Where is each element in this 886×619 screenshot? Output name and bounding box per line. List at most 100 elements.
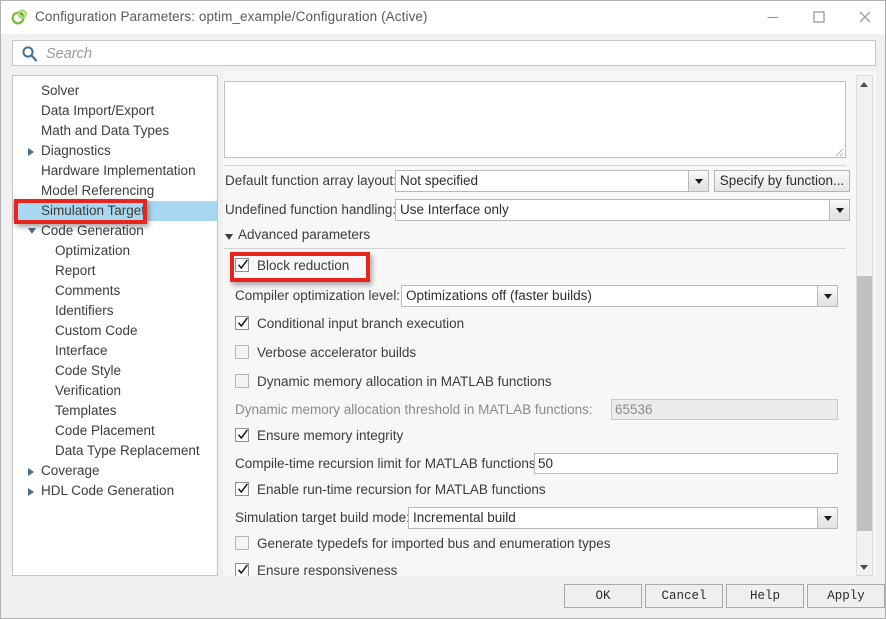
check-icon <box>237 482 249 496</box>
dynamic-memory-allocation-checkbox[interactable]: Dynamic memory allocation in MATLAB func… <box>235 372 635 392</box>
chevron-down-icon[interactable] <box>829 200 849 220</box>
sidebar-item-label: Code Generation <box>41 223 144 238</box>
advanced-parameters-section-header[interactable]: Advanced parameters <box>225 227 370 242</box>
sidebar-item-identifiers[interactable]: Identifiers <box>13 301 217 321</box>
sidebar-item-custom-code[interactable]: Custom Code <box>13 321 217 341</box>
sidebar-item-label: Interface <box>55 343 108 358</box>
generate-typedefs-checkbox[interactable]: Generate typedefs for imported bus and e… <box>235 534 675 554</box>
divider-top <box>224 165 846 166</box>
ensure-responsiveness-checkbox[interactable]: Ensure responsiveness <box>235 561 535 576</box>
compiler-optimization-level-combo[interactable]: Optimizations off (faster builds) <box>401 285 838 307</box>
scroll-up-arrow-icon[interactable] <box>857 76 872 92</box>
enable-runtime-recursion-checkbox[interactable]: Enable run-time recursion for MATLAB fun… <box>235 480 635 500</box>
sidebar-item-label: HDL Code Generation <box>41 483 175 498</box>
chevron-right-icon[interactable] <box>28 488 34 496</box>
sidebar-item-label: Comments <box>55 283 121 298</box>
sidebar-item-label: Coverage <box>41 463 100 478</box>
simulation-target-build-mode-combo[interactable]: Incremental build <box>408 507 838 529</box>
settings-tree[interactable]: Solver Data Import/Export Math and Data Ty… <box>12 75 218 576</box>
sidebar-item-hdl-code-generation[interactable]: HDL Code Generation <box>13 481 217 501</box>
check-icon <box>237 563 249 576</box>
sidebar-item-comments[interactable]: Comments <box>13 281 217 301</box>
close-button[interactable] <box>842 1 885 33</box>
sidebar-item-math-and-data-types[interactable]: Math and Data Types <box>13 121 217 141</box>
chevron-right-icon[interactable] <box>28 468 34 476</box>
scroll-down-arrow-icon[interactable] <box>857 559 872 575</box>
minimize-button[interactable] <box>750 1 796 33</box>
sidebar-item-label: Data Type Replacement <box>55 443 200 458</box>
sidebar-item-label: Custom Code <box>55 323 138 338</box>
checkbox-box <box>235 482 249 496</box>
sidebar-item-templates[interactable]: Templates <box>13 401 217 421</box>
sidebar-item-label: Model Referencing <box>41 183 155 198</box>
sidebar-item-code-style[interactable]: Code Style <box>13 361 217 381</box>
compile-time-recursion-limit-label: Compile-time recursion limit for MATLAB … <box>235 456 540 471</box>
generate-typedefs-label: Generate typedefs for imported bus and e… <box>257 536 611 551</box>
ensure-memory-integrity-label: Ensure memory integrity <box>257 428 404 443</box>
enable-runtime-recursion-label: Enable run-time recursion for MATLAB fun… <box>257 482 546 497</box>
sidebar-item-verification[interactable]: Verification <box>13 381 217 401</box>
divider-advanced <box>224 248 846 249</box>
verbose-accelerator-builds-checkbox[interactable]: Verbose accelerator builds <box>235 343 555 363</box>
chevron-down-icon[interactable] <box>28 228 36 234</box>
checkbox-box <box>235 374 249 388</box>
sidebar-item-code-placement[interactable]: Code Placement <box>13 421 217 441</box>
cancel-button[interactable]: Cancel <box>645 584 723 608</box>
main-panel-scrollbar[interactable] <box>856 75 873 576</box>
description-textarea[interactable] <box>224 81 846 158</box>
search-bar[interactable] <box>12 40 876 67</box>
help-button[interactable]: Help <box>726 584 804 608</box>
apply-button[interactable]: Apply <box>807 584 885 608</box>
undefined-function-handling-combo[interactable]: Use Interface only <box>395 199 850 221</box>
dynamic-memory-allocation-label: Dynamic memory allocation in MATLAB func… <box>257 374 552 389</box>
sidebar-item-solver[interactable]: Solver <box>13 81 217 101</box>
check-icon <box>237 258 249 272</box>
default-function-array-layout-label: Default function array layout: <box>225 173 397 188</box>
conditional-input-branch-execution-checkbox[interactable]: Conditional input branch execution <box>235 314 555 334</box>
sidebar-item-label: Hardware Implementation <box>41 163 196 178</box>
sidebar-item-coverage[interactable]: Coverage <box>13 461 217 481</box>
compile-time-recursion-limit-input[interactable] <box>534 453 838 474</box>
chevron-down-icon <box>225 234 233 240</box>
compiler-optimization-level-label: Compiler optimization level: <box>235 288 401 303</box>
sidebar-item-label: Simulation Target <box>41 203 146 218</box>
sidebar-item-label: Solver <box>41 83 80 98</box>
chevron-down-icon[interactable] <box>688 171 708 191</box>
default-function-array-layout-combo[interactable]: Not specified <box>395 170 709 192</box>
compile-time-recursion-limit-row: Compile-time recursion limit for MATLAB … <box>223 453 863 475</box>
sidebar-item-report[interactable]: Report <box>13 261 217 281</box>
sidebar-item-data-import-export[interactable]: Data Import/Export <box>13 101 217 121</box>
sidebar-item-label: Report <box>55 263 96 278</box>
checkbox-box <box>235 563 249 576</box>
sidebar-item-diagnostics[interactable]: Diagnostics <box>13 141 217 161</box>
sidebar-item-code-generation[interactable]: Code Generation <box>13 221 217 241</box>
chevron-down-icon[interactable] <box>817 286 837 306</box>
maximize-button[interactable] <box>796 1 842 33</box>
ensure-responsiveness-label: Ensure responsiveness <box>257 563 398 576</box>
sidebar-item-simulation-target[interactable]: Simulation Target <box>13 201 217 221</box>
conditional-input-branch-execution-label: Conditional input branch execution <box>257 316 465 331</box>
undefined-function-handling-label: Undefined function handling: <box>225 202 397 217</box>
dynamic-memory-threshold-row: Dynamic memory allocation threshold in M… <box>223 399 863 421</box>
ok-button[interactable]: OK <box>564 584 642 608</box>
ensure-memory-integrity-checkbox[interactable]: Ensure memory integrity <box>235 426 535 446</box>
sidebar-item-label: Code Style <box>55 363 122 378</box>
scrollbar-thumb[interactable] <box>857 276 872 531</box>
sidebar-item-label: Identifiers <box>55 303 114 318</box>
checkbox-box <box>235 258 249 272</box>
specify-by-function-button[interactable]: Specify by function... <box>714 170 850 192</box>
chevron-right-icon[interactable] <box>28 148 34 156</box>
search-input[interactable] <box>44 41 868 67</box>
block-reduction-checkbox[interactable]: Block reduction <box>235 256 495 276</box>
sidebar-item-interface[interactable]: Interface <box>13 341 217 361</box>
sidebar-item-optimization[interactable]: Optimization <box>13 241 217 261</box>
resize-grip-icon[interactable] <box>832 144 844 157</box>
checkbox-box <box>235 316 249 330</box>
simulation-target-build-mode-row: Simulation target build mode: Incrementa… <box>223 507 863 529</box>
sidebar-item-hardware-implementation[interactable]: Hardware Implementation <box>13 161 217 181</box>
chevron-down-icon[interactable] <box>817 508 837 528</box>
default-function-array-layout-row: Default function array layout: Not speci… <box>223 170 863 192</box>
sidebar-item-data-type-replacement[interactable]: Data Type Replacement <box>13 441 217 461</box>
check-icon <box>237 316 249 330</box>
sidebar-item-model-referencing[interactable]: Model Referencing <box>13 181 217 201</box>
